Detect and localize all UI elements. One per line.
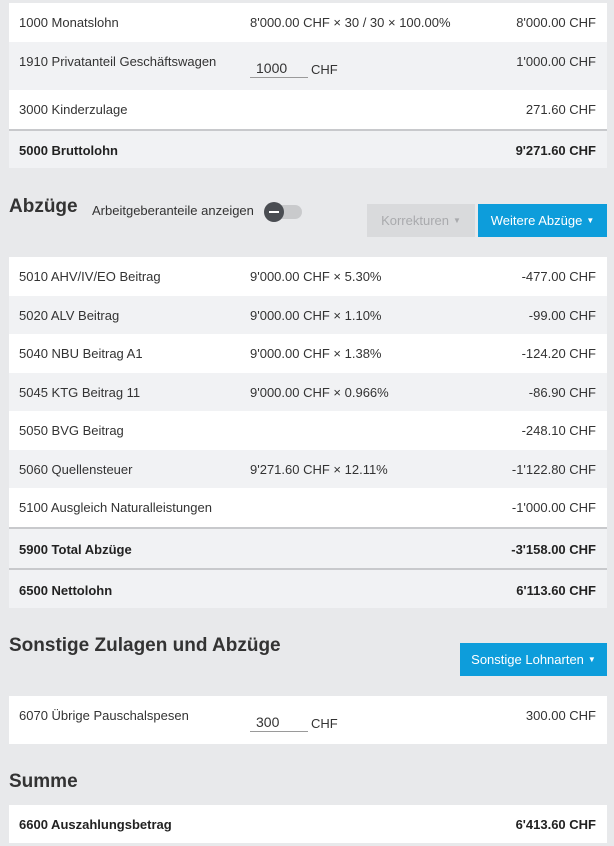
row-amount: 9'271.60 CHF (515, 143, 596, 158)
deduction-row: 5040 NBU Beitrag A1 9'000.00 CHF × 1.38%… (9, 334, 607, 373)
row-label: 5050 BVG Beitrag (19, 423, 124, 438)
row-label: 6500 Nettolohn (19, 583, 113, 598)
total-deductions-row: 5900 Total Abzüge -3'158.00 CHF (9, 527, 607, 568)
deduction-row: 5100 Ausgleich Naturalleistungen -1'000.… (9, 488, 607, 527)
deductions-title: Abzüge (9, 196, 78, 217)
other-items-title: Sonstige Zulagen und Abzüge (9, 635, 281, 656)
row-amount: 8'000.00 CHF (516, 15, 596, 30)
row-label: 5040 NBU Beitrag A1 (19, 346, 143, 361)
row-amount: -248.10 CHF (521, 423, 596, 438)
row-label: 1000 Monatslohn (19, 15, 119, 30)
employer-share-toggle-label: Arbeitgeberanteile anzeigen (92, 203, 254, 218)
deduction-row: 5020 ALV Beitrag 9'000.00 CHF × 1.10% -9… (9, 296, 607, 334)
gross-salary-row: 5000 Bruttolohn 9'271.60 CHF (9, 129, 607, 168)
row-amount: -124.20 CHF (521, 346, 596, 361)
deduction-row: 5010 AHV/IV/EO Beitrag 9'000.00 CHF × 5.… (9, 257, 607, 296)
row-amount: -99.00 CHF (528, 308, 596, 323)
corrections-button[interactable]: Korrekturen ▼ (367, 204, 475, 237)
row-amount: 271.60 CHF (525, 102, 596, 117)
row-amount: -1'000.00 CHF (511, 500, 596, 515)
row-formula: 9'000.00 CHF × 5.30% (250, 269, 382, 284)
deduction-row: 5045 KTG Beitrag 11 9'000.00 CHF × 0.966… (9, 373, 607, 411)
deduction-row: 5060 Quellensteuer 9'271.60 CHF × 12.11%… (9, 450, 607, 488)
net-salary-row: 6500 Nettolohn 6'113.60 CHF (9, 568, 607, 608)
row-amount: 1'000.00 CHF (516, 54, 596, 69)
row-formula: 9'271.60 CHF × 12.11% (250, 462, 388, 477)
row-amount: -3'158.00 CHF (511, 542, 596, 557)
row-formula: 9'000.00 CHF × 1.38% (250, 346, 382, 361)
row-amount: 6'113.60 CHF (516, 583, 596, 598)
row-label: 5010 AHV/IV/EO Beitrag (19, 269, 161, 284)
employer-share-toggle[interactable] (264, 202, 302, 222)
corrections-button-label: Korrekturen (381, 213, 449, 228)
row-label: 5045 KTG Beitrag 11 (19, 385, 141, 400)
row-label: 3000 Kinderzulage (19, 102, 128, 117)
row-label: 5060 Quellensteuer (19, 462, 133, 477)
caret-down-icon: ▼ (453, 216, 461, 225)
row-amount: -86.90 CHF (528, 385, 596, 400)
earning-row-kinderzulage: 3000 Kinderzulage 271.60 CHF (9, 90, 607, 129)
other-wage-types-button[interactable]: Sonstige Lohnarten ▼ (460, 643, 607, 676)
sum-title: Summe (9, 771, 78, 792)
row-label: 5020 ALV Beitrag (19, 308, 120, 323)
other-item-row: 6070 Übrige Pauschalspesen CHF 300.00 CH… (9, 696, 607, 744)
deduction-row: 5050 BVG Beitrag -248.10 CHF (9, 411, 607, 450)
row-amount: -477.00 CHF (521, 269, 596, 284)
pauschalspesen-amount-input[interactable] (250, 712, 308, 732)
row-amount: 300.00 CHF (525, 708, 596, 723)
row-label: 6070 Übrige Pauschalspesen (19, 708, 189, 723)
row-formula: 8'000.00 CHF × 30 / 30 × 100.00% (250, 15, 451, 30)
row-amount: 6'413.60 CHF (515, 817, 596, 832)
other-wage-types-button-label: Sonstige Lohnarten (471, 652, 584, 667)
row-amount: -1'122.80 CHF (511, 462, 596, 477)
row-label: 5100 Ausgleich Naturalleistungen (19, 500, 212, 515)
row-label: 5900 Total Abzüge (19, 542, 132, 557)
caret-down-icon: ▼ (587, 655, 596, 664)
row-formula: 9'000.00 CHF × 0.966% (250, 385, 389, 400)
more-deductions-button[interactable]: Weitere Abzüge ▼ (478, 204, 607, 237)
more-deductions-button-label: Weitere Abzüge (490, 213, 583, 228)
toggle-switch-icon (264, 202, 284, 222)
privatanteil-amount-input[interactable] (250, 58, 308, 78)
row-label: 5000 Bruttolohn (19, 143, 118, 158)
row-label: 1910 Privatanteil Geschäftswagen (19, 54, 217, 69)
row-label: 6600 Auszahlungsbetrag (19, 817, 172, 832)
payout-row: 6600 Auszahlungsbetrag 6'413.60 CHF (9, 805, 607, 843)
row-unit: CHF (311, 716, 338, 731)
row-formula: 9'000.00 CHF × 1.10% (250, 308, 382, 323)
row-unit: CHF (311, 62, 338, 77)
earning-row-privatanteil: 1910 Privatanteil Geschäftswagen CHF 1'0… (9, 42, 607, 90)
caret-down-icon: ▼ (586, 216, 595, 225)
earning-row-monatslohn: 1000 Monatslohn 8'000.00 CHF × 30 / 30 ×… (9, 3, 607, 42)
